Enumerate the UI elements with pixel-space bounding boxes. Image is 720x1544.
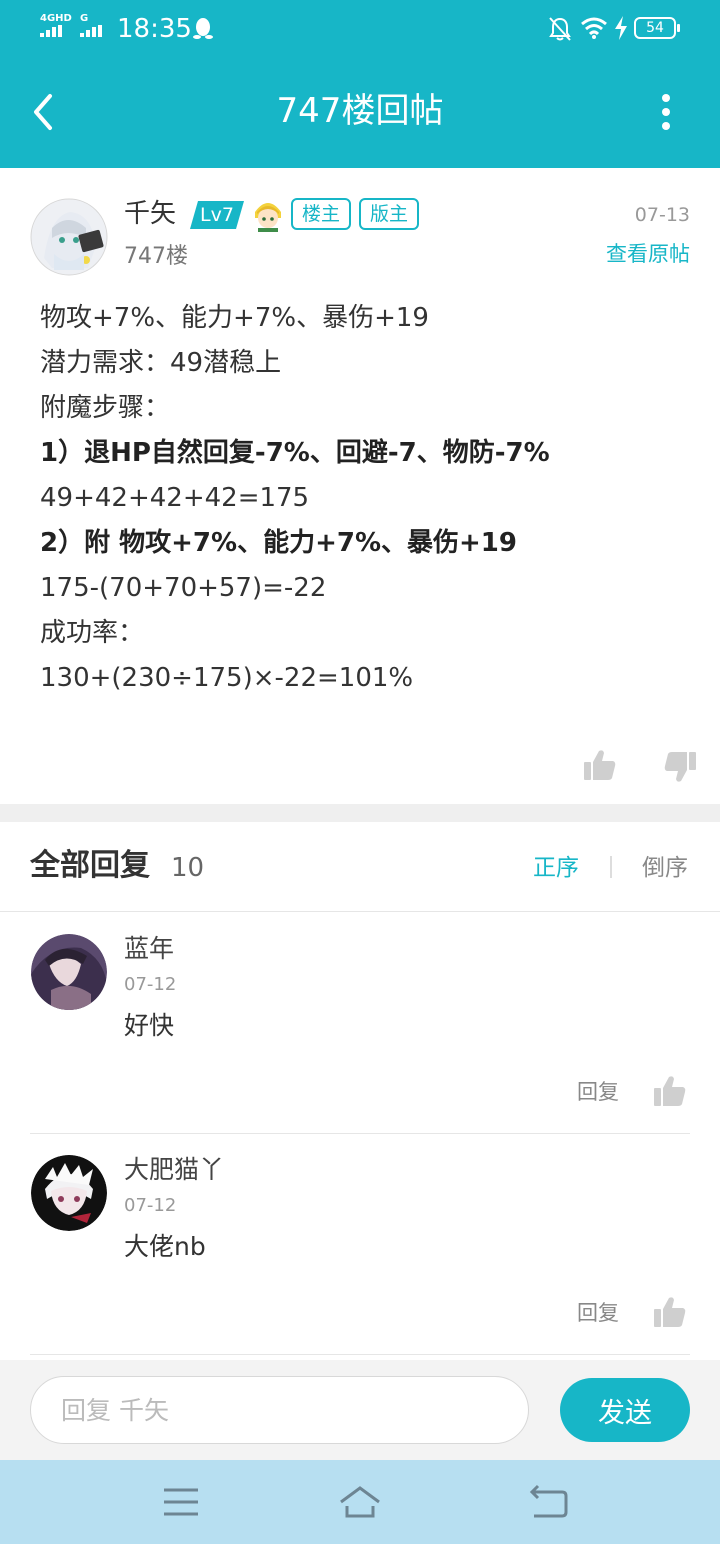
tag-moderator: 版主 <box>359 198 420 230</box>
network-type-label: 4GHD <box>40 13 72 24</box>
post-line: 潜力需求：49潜稳上 <box>40 348 282 378</box>
reply-input-bar: 发送 <box>0 1360 720 1460</box>
system-nav-bar <box>0 1460 720 1544</box>
charging-bolt-icon <box>615 16 627 40</box>
header-divider <box>0 911 720 912</box>
author-avatar[interactable] <box>30 198 108 276</box>
like-button[interactable] <box>583 748 617 782</box>
reply-like-button[interactable] <box>653 1074 687 1108</box>
signal-icon-2 <box>80 25 102 37</box>
reply-divider <box>30 1354 690 1355</box>
character-badge-icon <box>255 203 281 232</box>
post-line: 49+42+42+42=175 <box>40 483 310 513</box>
post-line: 物攻+7%、能力+7%、暴伤+19 <box>40 303 429 333</box>
floor-number: 747楼 <box>124 244 188 269</box>
reply-divider <box>30 1133 690 1134</box>
reply-author[interactable]: 大肥猫丫 <box>124 1153 224 1187</box>
reply-input[interactable] <box>30 1376 529 1444</box>
post-content: 物攻+7%、能力+7%、暴伤+19 潜力需求：49潜稳上 附魔步骤： 1）退HP… <box>40 296 700 701</box>
battery-indicator: 54 <box>634 17 680 39</box>
send-button[interactable]: 发送 <box>560 1378 690 1442</box>
view-original-link[interactable]: 查看原帖 <box>606 238 690 268</box>
page-title: 747楼回帖 <box>276 91 444 131</box>
network-type-label-2: G <box>80 13 89 24</box>
post-line: 2）附 物攻+7%、能力+7%、暴伤+19 <box>40 528 517 558</box>
sort-descending-button[interactable]: 倒序 <box>642 852 688 884</box>
more-options-button[interactable] <box>650 92 682 132</box>
reply-avatar[interactable] <box>31 1155 107 1231</box>
post-line: 175-(70+70+57)=-22 <box>40 573 327 603</box>
status-time: 18:35 <box>117 14 192 44</box>
author-name[interactable]: 千矢 <box>124 196 176 232</box>
reply-text: 好快 <box>124 1011 175 1040</box>
wifi-icon <box>581 17 607 39</box>
main-post: 千矢 Lv7 楼主 版主 07-13 747楼 查看原帖 物攻+7%、能力+7%… <box>0 168 720 804</box>
dislike-button[interactable] <box>663 750 697 784</box>
app-header: 4GHD G 18:35 54 747楼回帖 <box>0 0 720 168</box>
sort-ascending-button[interactable]: 正序 <box>533 852 579 884</box>
reply-button[interactable]: 回复 <box>577 1299 619 1327</box>
home-icon[interactable] <box>335 1480 385 1524</box>
status-bar: 4GHD G 18:35 54 <box>0 0 720 58</box>
signal-icon <box>40 25 62 37</box>
qq-penguin-icon <box>193 18 213 39</box>
level-badge: Lv7 <box>190 201 244 229</box>
reply-button[interactable]: 回复 <box>577 1078 619 1106</box>
tag-thread-owner: 楼主 <box>291 198 352 230</box>
sort-separator <box>610 856 612 878</box>
reply-avatar[interactable] <box>31 934 107 1010</box>
back-nav-icon[interactable] <box>524 1480 574 1524</box>
reply-like-button[interactable] <box>653 1295 687 1329</box>
reply-date: 07-12 <box>124 1195 177 1216</box>
mute-bell-icon <box>549 17 571 41</box>
replies-count: 10 <box>171 853 205 883</box>
reply-text: 大佬nb <box>124 1232 206 1261</box>
section-divider <box>0 804 720 822</box>
post-line: 1）退HP自然回复-7%、回避-7、物防-7% <box>40 438 550 468</box>
replies-title: 全部回复 <box>30 848 150 883</box>
post-line: 成功率： <box>40 618 145 648</box>
post-line: 附魔步骤： <box>40 393 171 423</box>
reply-author[interactable]: 蓝年 <box>124 932 174 966</box>
back-button[interactable] <box>28 90 64 134</box>
post-date: 07-13 <box>634 204 690 226</box>
post-line: 130+(230÷175)×-22=101% <box>40 663 414 693</box>
reply-date: 07-12 <box>124 974 177 995</box>
menu-icon[interactable] <box>156 1480 206 1524</box>
